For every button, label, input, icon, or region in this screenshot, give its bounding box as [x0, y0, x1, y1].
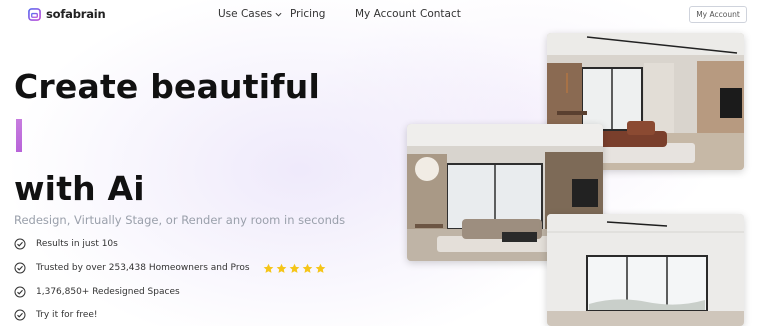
- nav-pricing[interactable]: Pricing: [290, 8, 325, 20]
- feature-text: Try it for free!: [36, 310, 98, 320]
- hero-subtitle: Redesign, Virtually Stage, or Render any…: [14, 213, 346, 227]
- star-icon: [315, 263, 325, 273]
- feature-text: Trusted by over 253,438 Homeowners and P…: [36, 263, 250, 273]
- feature-item: Results in just 10s: [14, 238, 118, 250]
- feature-item: 1,376,850+ Redesigned Spaces: [14, 286, 180, 298]
- nav-contact[interactable]: Contact: [420, 8, 461, 20]
- page: sofabrain Use Cases Pricing My Account C…: [0, 0, 768, 326]
- check-circle-icon: [14, 262, 26, 274]
- check-circle-icon: [14, 309, 26, 321]
- check-circle-icon: [14, 238, 26, 250]
- typing-cursor: [16, 119, 22, 152]
- hero-title-line1: Create beautiful: [14, 67, 321, 106]
- star-icon: [289, 263, 299, 273]
- my-account-button[interactable]: My Account: [689, 6, 747, 23]
- nav-my-account[interactable]: My Account: [355, 8, 416, 20]
- chevron-down-icon: [275, 12, 282, 17]
- star-icon: [276, 263, 286, 273]
- brand-name: sofabrain: [46, 7, 106, 21]
- feature-text: Results in just 10s: [36, 239, 118, 249]
- hero-title-line2: with Ai: [14, 169, 145, 208]
- gallery-image-empty-white-room: [547, 214, 744, 326]
- sofabrain-logo-icon: [28, 7, 41, 21]
- nav-pricing-label: Pricing: [290, 8, 326, 20]
- feature-text: 1,376,850+ Redesigned Spaces: [36, 287, 180, 297]
- nav-contact-label: Contact: [420, 8, 461, 20]
- feature-item: Try it for free!: [14, 309, 98, 321]
- star-icon: [302, 263, 312, 273]
- nav-use-cases[interactable]: Use Cases: [218, 8, 282, 20]
- rating-stars: [263, 263, 326, 274]
- brand-logo[interactable]: sofabrain: [28, 7, 106, 21]
- nav-my-account-label: My Account: [355, 8, 417, 20]
- feature-item: Trusted by over 253,438 Homeowners and P…: [14, 262, 326, 274]
- star-icon: [263, 263, 273, 273]
- check-circle-icon: [14, 286, 26, 298]
- nav-use-cases-label: Use Cases: [218, 8, 273, 20]
